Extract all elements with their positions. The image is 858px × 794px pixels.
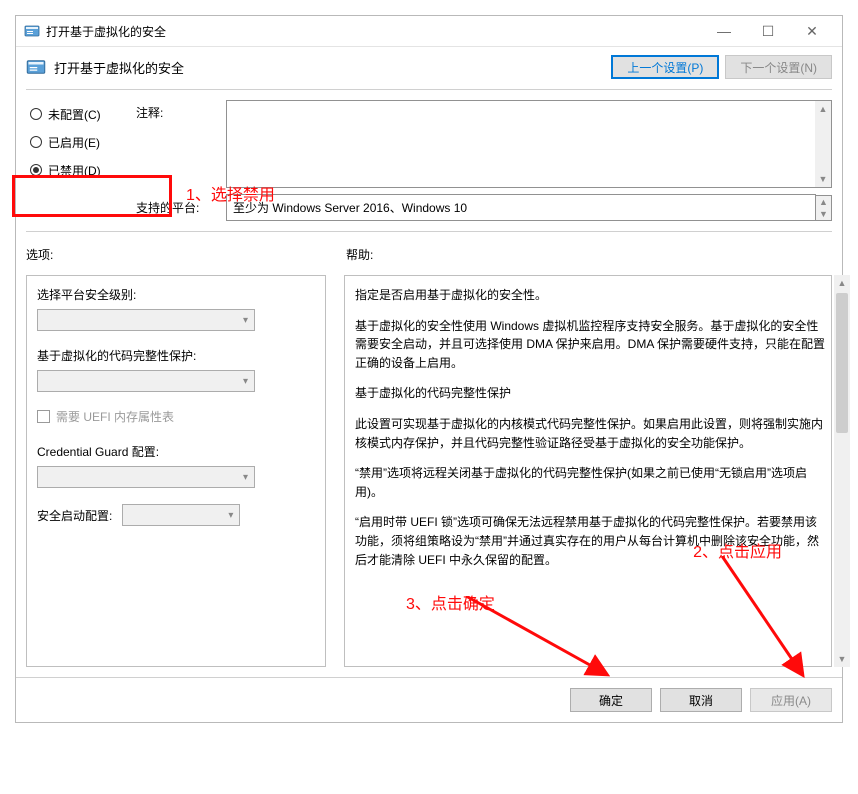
uefi-checkbox-row[interactable]: 需要 UEFI 内存属性表 [37, 408, 315, 425]
help-paragraph: “禁用”选项将远程关闭基于虚拟化的代码完整性保护(如果之前已使用“无锁启用”选项… [355, 464, 825, 501]
radio-not-configured[interactable]: 未配置(C) [26, 100, 136, 128]
help-paragraph: 指定是否启用基于虚拟化的安全性。 [355, 286, 825, 305]
ok-button[interactable]: 确定 [570, 688, 652, 712]
window: 打开基于虚拟化的安全 — ☐ ✕ 打开基于虚拟化的安全 上一个设置(P) 下一个… [15, 15, 843, 723]
comment-textarea[interactable]: ▲ ▼ [226, 100, 832, 188]
scrollbar[interactable]: ▲ ▼ [815, 101, 831, 187]
apply-button[interactable]: 应用(A) [750, 688, 832, 712]
radio-icon [30, 136, 42, 148]
divider [26, 89, 832, 90]
next-setting-button[interactable]: 下一个设置(N) [725, 55, 832, 79]
radio-disabled[interactable]: 已禁用(D) [26, 156, 136, 184]
cancel-button[interactable]: 取消 [660, 688, 742, 712]
titlebar: 打开基于虚拟化的安全 — ☐ ✕ [16, 16, 842, 46]
scroll-down-icon[interactable]: ▼ [815, 171, 831, 187]
dialog-content: 打开基于虚拟化的安全 上一个设置(P) 下一个设置(N) 未配置(C) 已启用(… [16, 46, 842, 677]
radio-icon [30, 164, 42, 176]
comment-label: 注释: [136, 100, 226, 188]
header-row: 打开基于虚拟化的安全 上一个设置(P) 下一个设置(N) [26, 55, 832, 79]
scroll-down-icon[interactable]: ▼ [834, 651, 850, 667]
maximize-button[interactable]: ☐ [746, 17, 790, 45]
help-scrollbar[interactable]: ▲ ▼ [834, 275, 850, 667]
supported-row: 支持的平台: 至少为 Windows Server 2016、Windows 1… [26, 194, 832, 221]
help-text: 指定是否启用基于虚拟化的安全性。 基于虚拟化的安全性使用 Windows 虚拟机… [355, 286, 825, 656]
section-labels: 选项: 帮助: [26, 246, 832, 263]
scrollbar[interactable]: ▲ ▼ [816, 195, 832, 221]
supported-text: 至少为 Windows Server 2016、Windows 10 [226, 194, 816, 221]
help-paragraph: 基于虚拟化的代码完整性保护 [355, 384, 825, 403]
radio-label: 已禁用(D) [48, 162, 101, 179]
checkbox-icon [37, 410, 50, 423]
minimize-button[interactable]: — [702, 17, 746, 45]
radio-label: 未配置(C) [48, 106, 101, 123]
help-heading: 帮助: [346, 246, 373, 263]
radio-enabled[interactable]: 已启用(E) [26, 128, 136, 156]
policy-icon [24, 23, 40, 39]
platform-security-label: 选择平台安全级别: [37, 286, 315, 303]
supported-label: 支持的平台: [26, 199, 226, 216]
radio-label: 已启用(E) [48, 134, 100, 151]
state-and-comment-row: 未配置(C) 已启用(E) 已禁用(D) 注释: ▲ ▼ [26, 100, 832, 188]
scroll-up-icon[interactable]: ▲ [834, 275, 850, 291]
divider [26, 231, 832, 232]
platform-security-dropdown[interactable] [37, 309, 255, 331]
uefi-checkbox-label: 需要 UEFI 内存属性表 [56, 408, 174, 425]
help-panel: 指定是否启用基于虚拟化的安全性。 基于虚拟化的安全性使用 Windows 虚拟机… [344, 275, 832, 667]
options-heading: 选项: [26, 246, 346, 263]
lower-panels: 选择平台安全级别: 基于虚拟化的代码完整性保护: 需要 UEFI 内存属性表 C… [26, 275, 832, 667]
secure-boot-label: 安全启动配置: [37, 507, 112, 524]
credential-guard-label: Credential Guard 配置: [37, 443, 315, 460]
options-panel: 选择平台安全级别: 基于虚拟化的代码完整性保护: 需要 UEFI 内存属性表 C… [26, 275, 326, 667]
credential-guard-dropdown[interactable] [37, 466, 255, 488]
code-integrity-dropdown[interactable] [37, 370, 255, 392]
previous-setting-button[interactable]: 上一个设置(P) [611, 55, 719, 79]
help-paragraph: 此设置可实现基于虚拟化的内核模式代码完整性保护。如果启用此设置，则将强制实施内核… [355, 415, 825, 452]
code-integrity-label: 基于虚拟化的代码完整性保护: [37, 347, 315, 364]
scroll-thumb[interactable] [836, 293, 848, 433]
scroll-up-icon[interactable]: ▲ [815, 101, 831, 117]
secure-boot-row: 安全启动配置: [37, 504, 315, 526]
help-paragraph: 基于虚拟化的安全性使用 Windows 虚拟机监控程序支持安全服务。基于虚拟化的… [355, 317, 825, 373]
radio-icon [30, 108, 42, 120]
page-title: 打开基于虚拟化的安全 [54, 58, 605, 77]
state-radio-group: 未配置(C) 已启用(E) 已禁用(D) [26, 100, 136, 188]
close-button[interactable]: ✕ [790, 17, 834, 45]
scroll-down-icon[interactable]: ▼ [816, 208, 831, 220]
secure-boot-dropdown[interactable] [122, 504, 240, 526]
policy-icon [26, 57, 46, 77]
scroll-up-icon[interactable]: ▲ [816, 196, 831, 208]
dialog-footer: 确定 取消 应用(A) [16, 677, 842, 722]
window-title: 打开基于虚拟化的安全 [46, 23, 702, 40]
help-paragraph: “启用时带 UEFI 锁”选项可确保无法远程禁用基于虚拟化的代码完整性保护。若要… [355, 513, 825, 569]
window-controls: — ☐ ✕ [702, 17, 834, 45]
